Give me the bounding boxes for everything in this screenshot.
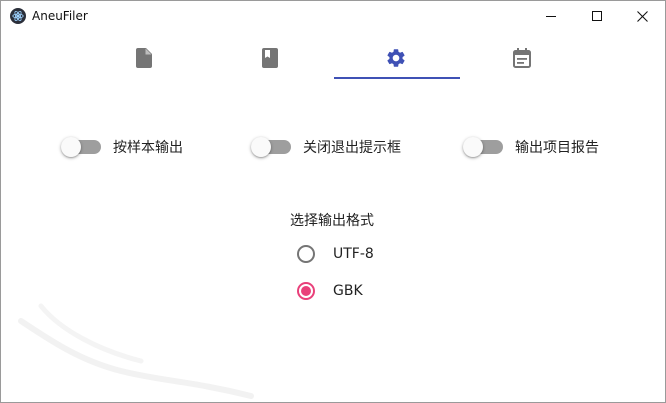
minimize-icon: [546, 16, 556, 17]
toggle-switch[interactable]: [251, 135, 291, 159]
toggle-switch[interactable]: [463, 135, 503, 159]
tab-bar: [81, 35, 587, 81]
radio-button[interactable]: [291, 276, 321, 306]
calendar-icon: [513, 48, 531, 68]
title-bar[interactable]: AneuFiler: [1, 1, 665, 31]
toggle-label: 关闭退出提示框: [303, 140, 401, 156]
close-button[interactable]: [619, 1, 665, 31]
tab-calendar[interactable]: [459, 35, 585, 81]
close-icon: [636, 10, 648, 22]
maximize-icon: [592, 11, 602, 21]
switch-thumb[interactable]: [61, 137, 81, 157]
document-icon: [136, 48, 152, 68]
toggle-sample-output[interactable]: 按样本输出: [61, 135, 183, 159]
radio-dot: [301, 286, 311, 296]
gear-icon: [387, 49, 405, 67]
toggle-exit-prompt[interactable]: 关闭退出提示框: [251, 135, 401, 159]
radio-ring: [297, 245, 315, 263]
background-watermark: [18, 303, 254, 399]
switch-thumb[interactable]: [463, 137, 483, 157]
minimize-button[interactable]: [528, 1, 574, 31]
toggle-switch[interactable]: [61, 135, 101, 159]
output-format-title: 选择输出格式: [290, 213, 374, 229]
tab-settings[interactable]: [333, 35, 459, 81]
radio-button[interactable]: [291, 239, 321, 269]
radio-label: GBK: [333, 283, 363, 299]
toggle-label: 按样本输出: [113, 140, 183, 156]
toggle-label: 输出项目报告: [515, 140, 599, 156]
app-logo-icon: [10, 8, 26, 24]
maximize-button[interactable]: [574, 1, 620, 31]
switch-thumb[interactable]: [251, 137, 271, 157]
radio-option-gbk[interactable]: GBK: [291, 276, 363, 306]
radio-option-utf8[interactable]: UTF-8: [291, 239, 374, 269]
tab-book[interactable]: [207, 35, 333, 81]
window-title: AneuFiler: [32, 9, 88, 23]
active-tab-indicator: [334, 77, 460, 79]
app-window: AneuFiler 按样本输出 关闭退出提示框 输出项目报告 选择输出格式 UT…: [0, 0, 666, 403]
toggle-project-report[interactable]: 输出项目报告: [463, 135, 599, 159]
book-icon: [262, 48, 278, 68]
tab-document[interactable]: [81, 35, 207, 81]
radio-label: UTF-8: [333, 246, 374, 262]
